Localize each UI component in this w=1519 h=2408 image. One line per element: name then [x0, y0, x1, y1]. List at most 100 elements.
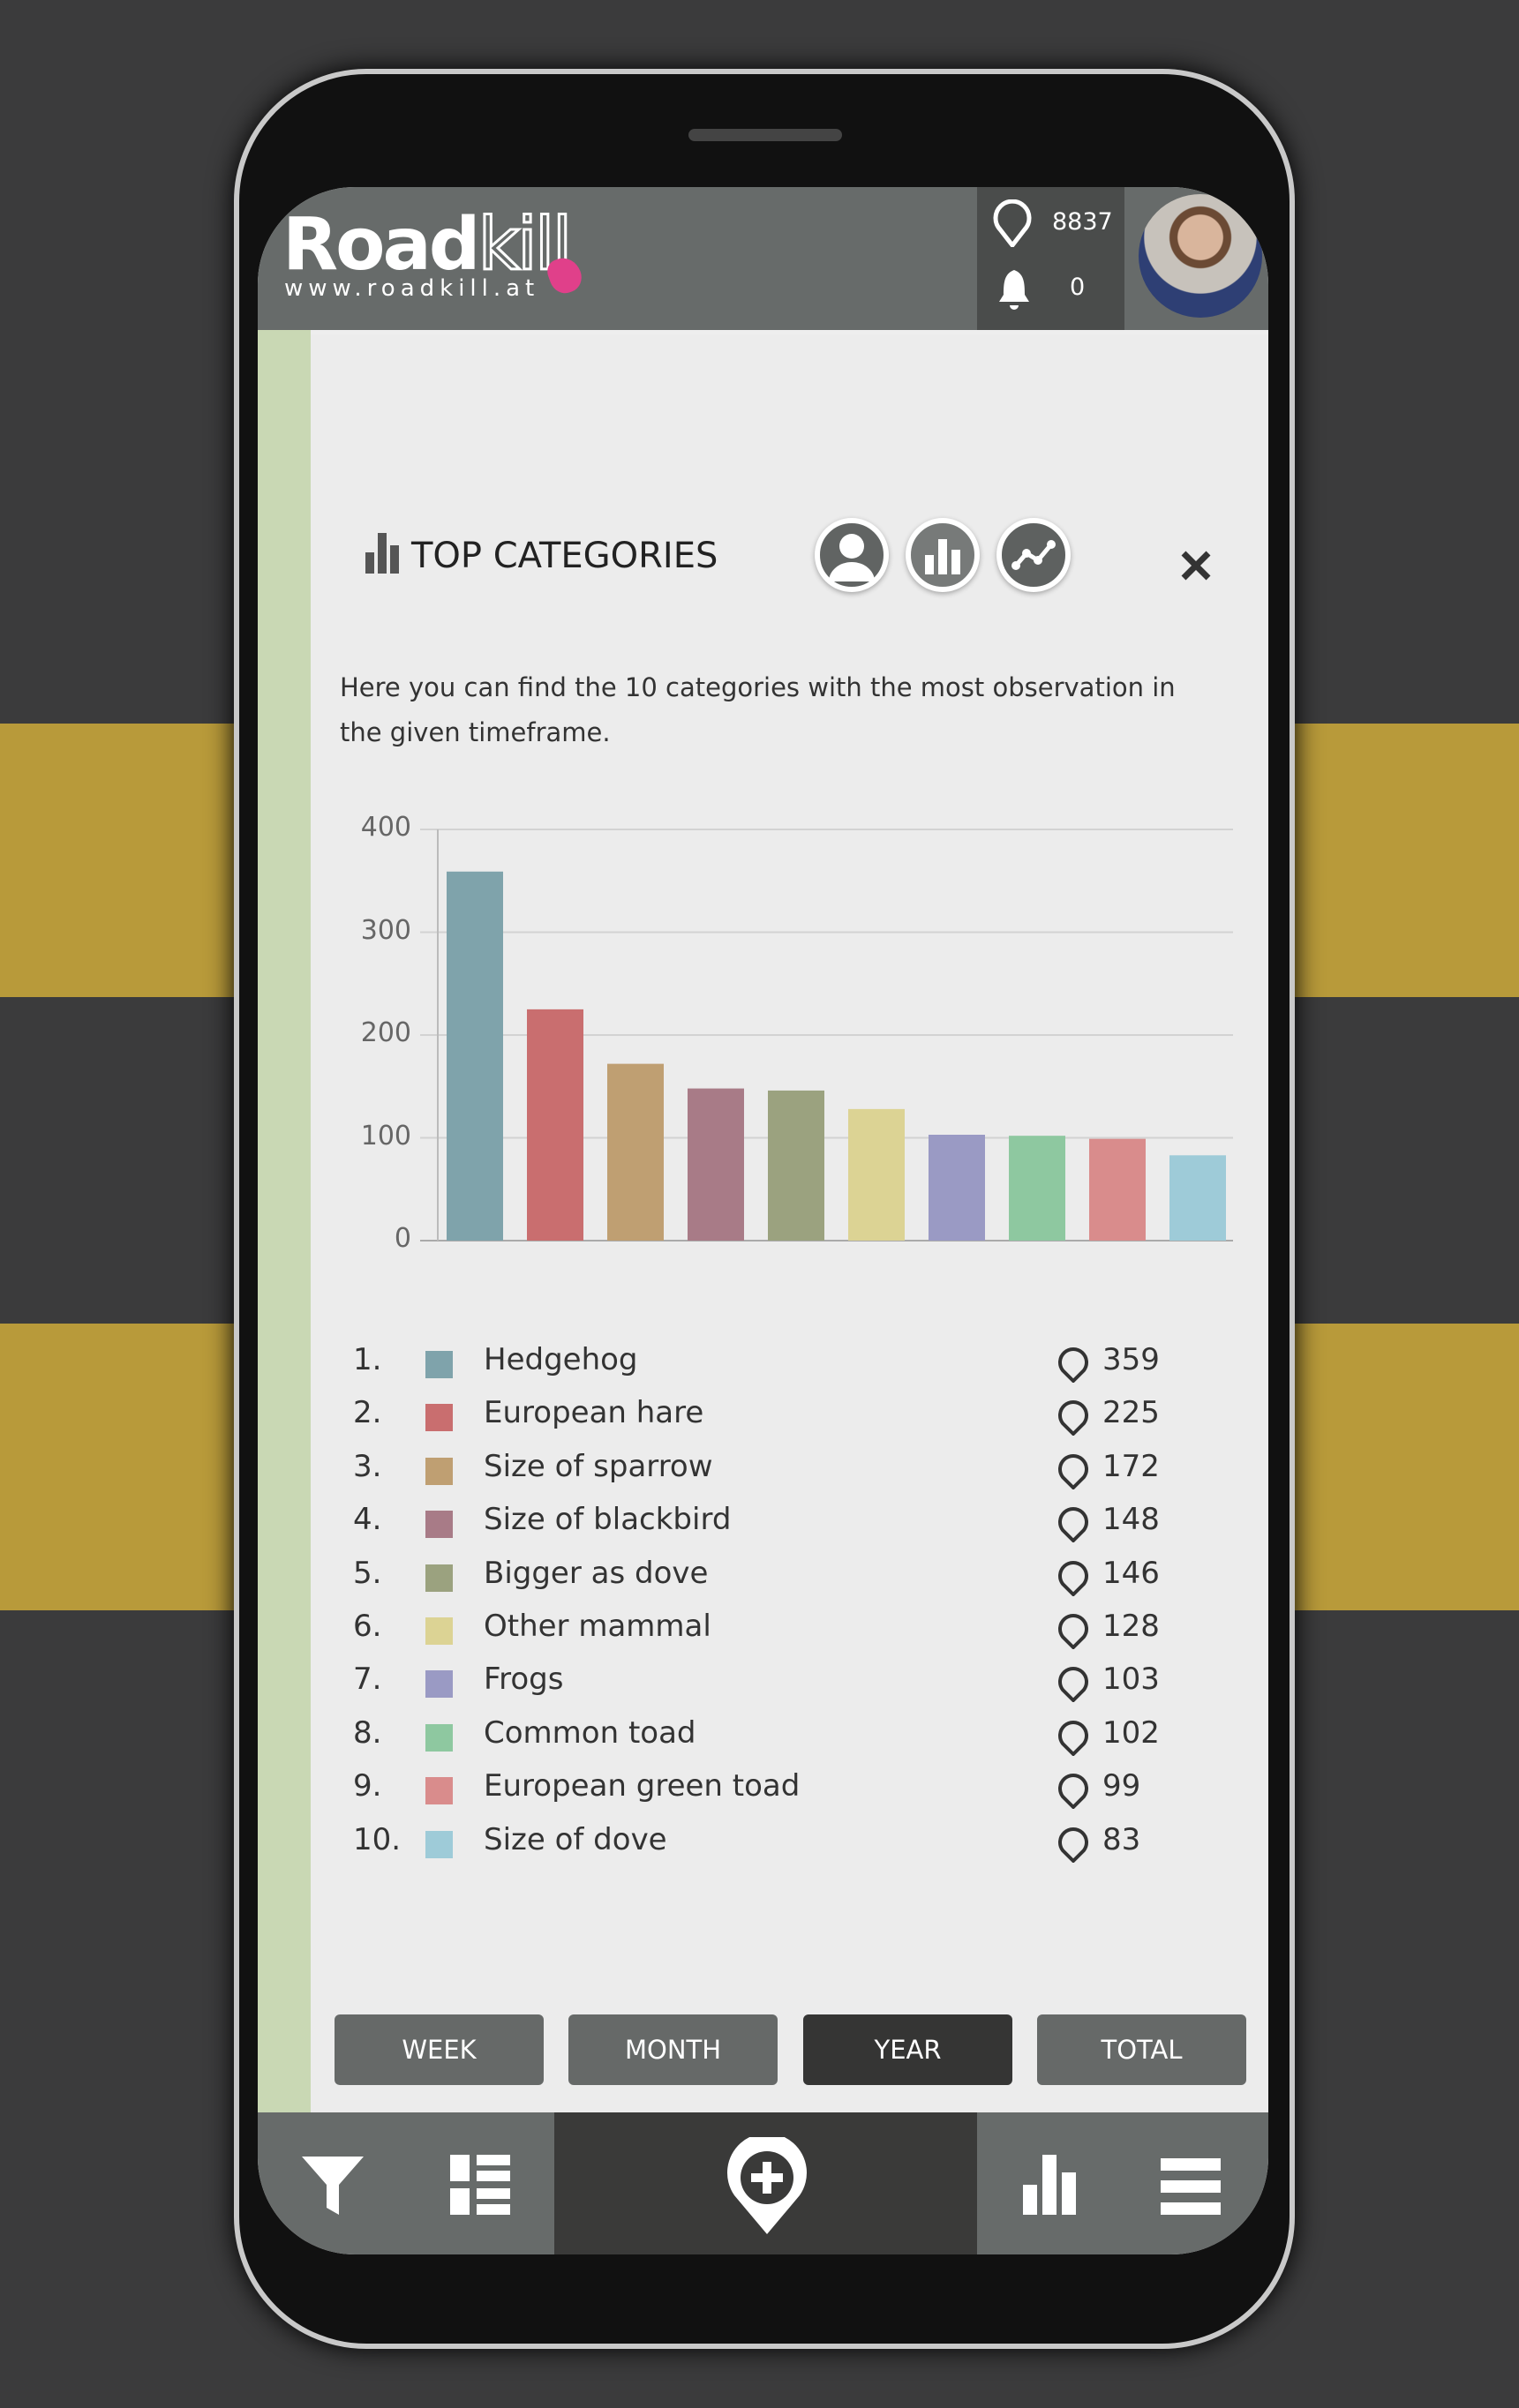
total-button[interactable]: TOTAL — [1037, 2014, 1246, 2085]
category-count: 99 — [1102, 1768, 1141, 1804]
bar-chart: 400 300 200 100 0 — [311, 334, 1268, 1305]
color-swatch — [425, 1617, 453, 1645]
year-button[interactable]: YEAR — [803, 2014, 1012, 2085]
location-marker-icon — [993, 199, 1032, 247]
category-count: 148 — [1102, 1502, 1160, 1538]
location-marker-icon — [1058, 1614, 1088, 1649]
color-swatch — [425, 1511, 453, 1539]
category-name: Frogs — [484, 1662, 564, 1698]
bar-hedgehog[interactable] — [447, 871, 503, 1241]
speaker — [688, 129, 842, 141]
category-name: Size of dove — [484, 1821, 667, 1857]
bar-size-of-sparrow[interactable] — [607, 1063, 664, 1241]
list-item[interactable]: 5. Bigger as dove 146 — [311, 1556, 1268, 1609]
rank: 1. — [353, 1342, 382, 1377]
month-button[interactable]: MONTH — [568, 2014, 778, 2085]
category-count: 102 — [1102, 1714, 1160, 1751]
color-swatch — [425, 1723, 453, 1752]
list-item[interactable]: 6. Other mammal 128 — [311, 1609, 1268, 1662]
category-name: Size of sparrow — [484, 1448, 713, 1484]
category-name: Size of blackbird — [484, 1502, 732, 1538]
avatar[interactable] — [1139, 194, 1262, 318]
chart-plot — [420, 829, 1233, 1242]
menu-icon[interactable] — [1161, 2158, 1221, 2215]
map-background — [258, 330, 311, 2112]
color-swatch — [425, 1564, 453, 1592]
color-swatch — [425, 1457, 453, 1485]
top-categories-panel: TOP CATEGORIES Here you can find the 10 … — [311, 334, 1268, 2159]
statistics-icon[interactable] — [1023, 2155, 1079, 2215]
location-marker-icon — [1058, 1400, 1088, 1437]
list-item[interactable]: 10. Size of dove 83 — [311, 1822, 1268, 1875]
bar-common-toad[interactable] — [1009, 1136, 1065, 1241]
color-swatch — [425, 1404, 453, 1432]
rank: 9. — [353, 1768, 382, 1804]
bar-european-hare[interactable] — [527, 1009, 583, 1241]
app-screen: Roadkill www.roadkill.at 8837 0 TOP CATE… — [258, 187, 1268, 2254]
y-tick-label: 200 — [360, 1017, 411, 1048]
category-count: 128 — [1102, 1609, 1160, 1644]
location-marker-icon — [1058, 1560, 1088, 1596]
bar-size-of-blackbird[interactable] — [688, 1088, 744, 1241]
color-swatch — [425, 1830, 453, 1858]
rank: 2. — [353, 1395, 382, 1431]
list-item[interactable]: 4. Size of blackbird 148 — [311, 1502, 1268, 1555]
list-item[interactable]: 1. Hedgehog 359 — [311, 1342, 1268, 1395]
location-marker-icon — [1058, 1453, 1088, 1489]
list-item[interactable]: 8. Common toad 102 — [311, 1715, 1268, 1768]
category-count: 103 — [1102, 1662, 1160, 1698]
observations-count[interactable]: 8837 — [1052, 208, 1113, 236]
category-name: Bigger as dove — [484, 1555, 709, 1591]
location-marker-icon — [1058, 1720, 1088, 1756]
rank: 5. — [353, 1555, 382, 1591]
list-item[interactable]: 2. European hare 225 — [311, 1395, 1268, 1448]
y-tick-label: 0 — [394, 1223, 411, 1254]
category-count: 225 — [1102, 1395, 1160, 1431]
app-header: Roadkill www.roadkill.at 8837 0 — [258, 187, 1268, 330]
list-icon[interactable] — [450, 2155, 510, 2215]
category-name: Hedgehog — [484, 1342, 638, 1377]
rank: 3. — [353, 1448, 382, 1484]
rank: 6. — [353, 1609, 382, 1644]
bar-european-green-toad[interactable] — [1089, 1138, 1146, 1241]
category-count: 172 — [1102, 1448, 1160, 1484]
category-name: European hare — [484, 1395, 704, 1431]
list-item[interactable]: 9. European green toad 99 — [311, 1768, 1268, 1821]
list-item[interactable]: 7. Frogs 103 — [311, 1662, 1268, 1714]
logo: Roadkill — [282, 202, 574, 289]
location-marker-icon — [1058, 1507, 1088, 1543]
counters: 8837 0 — [977, 187, 1124, 330]
rank: 10. — [353, 1821, 402, 1857]
y-tick-label: 100 — [360, 1120, 411, 1151]
filter-icon[interactable] — [302, 2155, 364, 2217]
add-location-icon[interactable] — [724, 2137, 810, 2236]
location-marker-icon — [1058, 1667, 1088, 1703]
bottom-nav-left — [258, 2112, 554, 2254]
week-button[interactable]: WEEK — [335, 2014, 544, 2085]
logo-url: www.roadkill.at — [284, 275, 540, 302]
notifications-count[interactable]: 0 — [1070, 274, 1085, 301]
color-swatch — [425, 1351, 453, 1378]
list-item[interactable]: 3. Size of sparrow 172 — [311, 1449, 1268, 1502]
bar-bigger-as-dove[interactable] — [768, 1090, 824, 1241]
bottom-nav-right — [977, 2112, 1268, 2254]
rank: 8. — [353, 1714, 382, 1751]
category-count: 83 — [1102, 1821, 1141, 1857]
location-marker-icon — [1058, 1827, 1088, 1863]
location-marker-icon — [1058, 1774, 1088, 1810]
bar-size-of-dove[interactable] — [1169, 1155, 1226, 1241]
bar-frogs[interactable] — [929, 1135, 985, 1241]
category-count: 146 — [1102, 1555, 1160, 1591]
y-tick-label: 300 — [360, 914, 411, 946]
category-name: Common toad — [484, 1714, 696, 1751]
category-name: European green toad — [484, 1768, 801, 1804]
location-marker-icon — [1058, 1347, 1088, 1383]
bar-other-mammal[interactable] — [848, 1108, 905, 1241]
category-count: 359 — [1102, 1342, 1160, 1377]
bottom-nav-center — [554, 2112, 977, 2254]
bell-icon[interactable] — [996, 268, 1032, 311]
y-tick-label: 400 — [360, 812, 411, 843]
category-name: Other mammal — [484, 1609, 711, 1644]
color-swatch — [425, 1777, 453, 1805]
color-swatch — [425, 1670, 453, 1699]
